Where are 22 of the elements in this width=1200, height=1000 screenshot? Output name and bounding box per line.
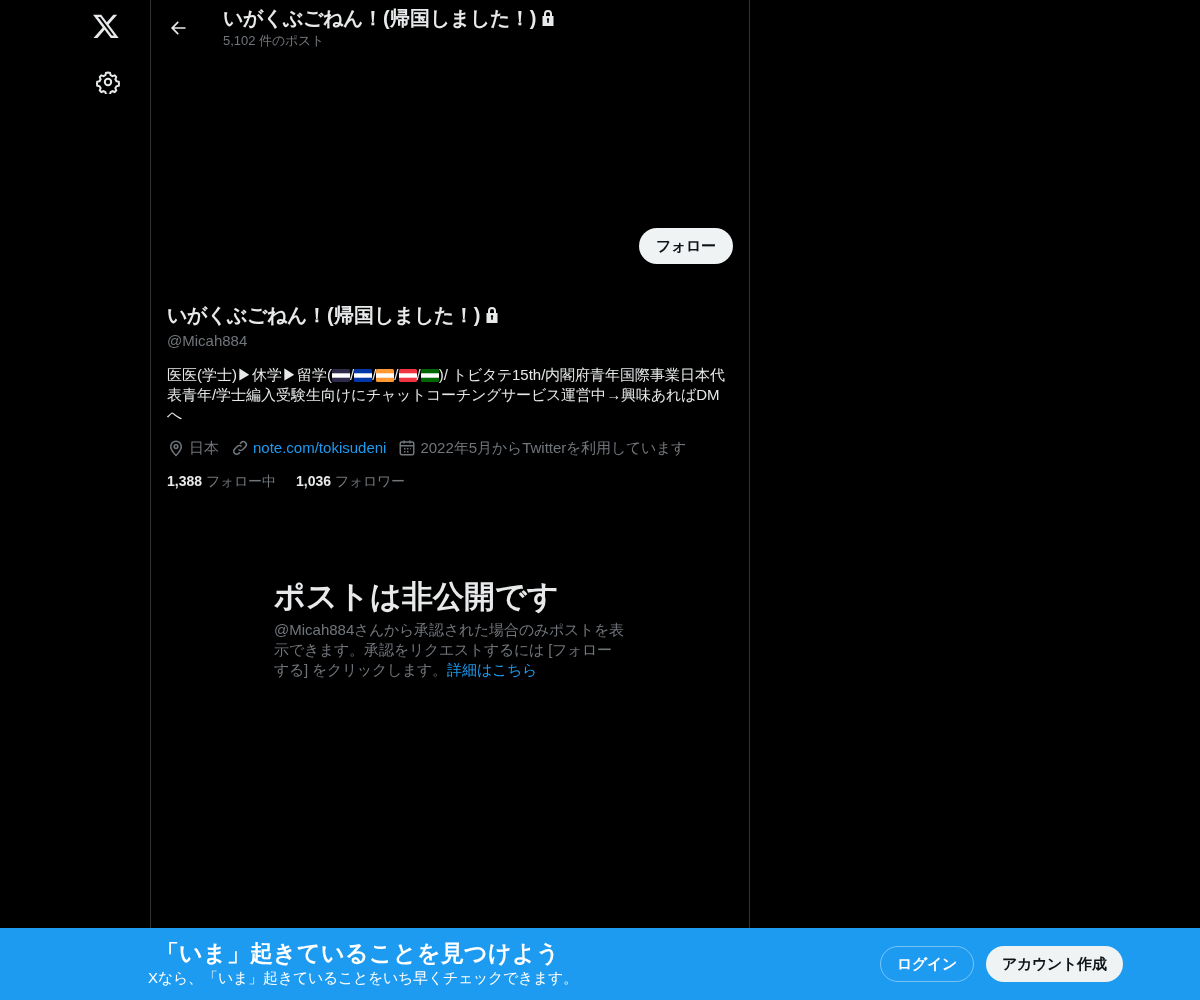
join-date: 2022年5月からTwitterを利用しています <box>420 437 687 458</box>
banner-title: 「いま」起きていることを見つけよう <box>156 938 561 967</box>
private-notice-text: @Micah884さんから承認された場合のみポストを表示できます。承認をリクエストするには [フォローする] をクリックします。詳細はこちら <box>274 620 626 680</box>
x-logo-icon[interactable] <box>92 12 120 40</box>
signup-button[interactable]: アカウント作成 <box>986 946 1123 982</box>
banner-subtitle: Xなら、「いま」起きていることをいち早くチェックできます。 <box>148 967 578 988</box>
location-pin-icon <box>167 438 185 457</box>
profile-link[interactable]: note.com/tokisudeni <box>253 436 387 459</box>
post-count: 5,102 件のポスト <box>223 32 326 50</box>
profile-name: いがくぶごねん！(帰国しました！) <box>167 303 481 328</box>
follow-stat-link[interactable]: 1,388 フォロー中 <box>167 471 277 492</box>
link-icon <box>231 438 249 457</box>
profile-bio: 医医(学士)▶休学▶留学( / / / / )/ トビタテ15th/内閣府青年国際事業日本代表青年/学士編入受験生向けにチャットコーチングサービス運営中→興味あればDMへ <box>167 364 727 425</box>
learn-more-link[interactable]: 詳細はこちら <box>447 661 538 678</box>
settings-icon[interactable] <box>96 70 120 94</box>
profile-handle: @Micah884 <box>167 331 249 351</box>
follow-stat-link[interactable]: 1,036 フォロワー <box>296 471 406 492</box>
private-notice-title: ポストは非公開です <box>274 578 560 616</box>
follow-button[interactable]: フォロー <box>639 228 733 264</box>
header-title: いがくぶごねん！(帰国しました！) <box>223 6 537 31</box>
profile-location: 日本 <box>189 437 219 458</box>
calendar-icon <box>398 438 417 457</box>
